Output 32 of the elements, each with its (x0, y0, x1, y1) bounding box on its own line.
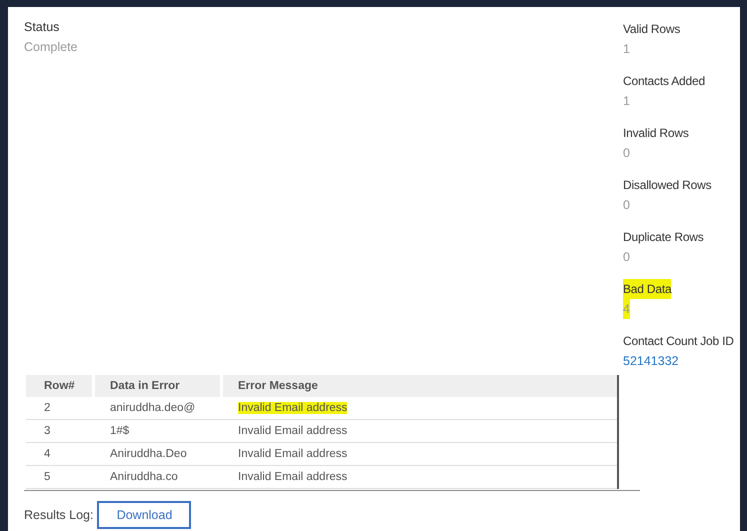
stat-value: 0 (623, 197, 630, 214)
status-value: Complete (24, 39, 78, 56)
stat-label: Valid Rows (623, 21, 680, 38)
column-header: Row# (43, 379, 76, 394)
results-log-label: Results Log: (24, 508, 94, 522)
table-cell-text: Aniruddha.co (109, 470, 179, 485)
table-cell-text: 1#$ (109, 424, 130, 439)
stat-value: 1 (623, 93, 630, 110)
table-cell-text: 4 (43, 447, 52, 462)
table-cell-text: Invalid Email address (237, 424, 348, 439)
table-cell-text: 2 (43, 401, 52, 416)
status-label: Status (24, 19, 60, 36)
table-cell-text: 3 (43, 424, 52, 439)
stat-label: Contact Count Job ID (623, 333, 734, 350)
table-cell-text: aniruddha.deo@ (109, 401, 196, 416)
stat-value: 1 (623, 41, 630, 58)
column-header: Error Message (220, 375, 617, 397)
stat-label: Disallowed Rows (623, 177, 712, 194)
download-button[interactable]: Download (97, 501, 192, 529)
job-id-link[interactable]: 52141332 (623, 351, 679, 371)
stat-label: Invalid Rows (623, 125, 689, 142)
stat-label: Duplicate Rows (623, 229, 704, 246)
table-cell-text: 5 (43, 470, 52, 485)
table-cell-text: Invalid Email address (237, 401, 348, 416)
column-header: Data in Error (92, 375, 220, 397)
table-cell-text: Invalid Email address (237, 447, 348, 462)
table-cell-text: Aniruddha.Deo (109, 447, 188, 462)
stat-value: 4 (623, 299, 630, 319)
stat-label: Contacts Added (623, 73, 705, 90)
stat-value: 0 (623, 145, 630, 162)
table-cell-text: Invalid Email address (237, 470, 348, 485)
stat-value: 0 (623, 249, 630, 266)
